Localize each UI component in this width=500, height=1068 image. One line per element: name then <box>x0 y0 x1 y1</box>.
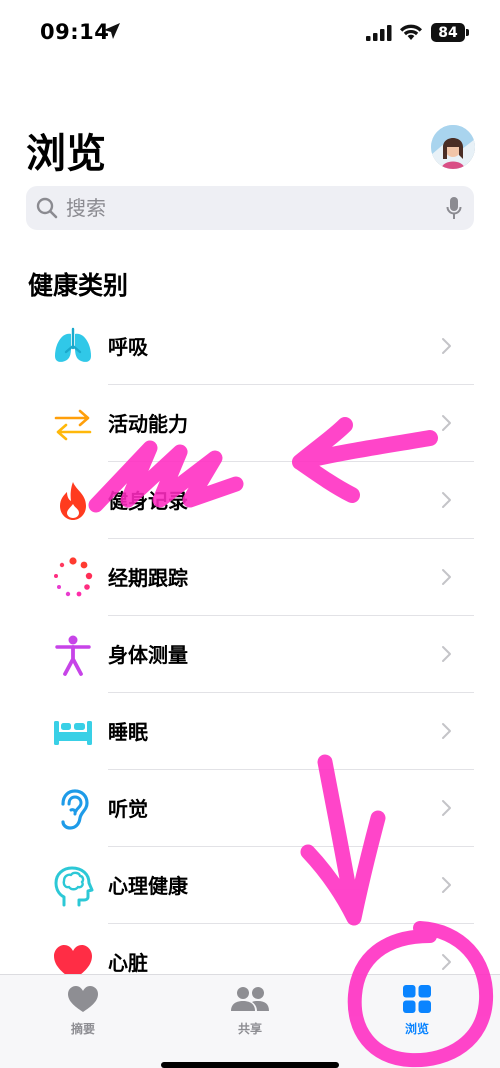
category-row-body-measurements[interactable]: 身体测量 <box>0 616 500 693</box>
lungs-icon <box>55 327 91 362</box>
cellular-signal-icon <box>366 25 392 41</box>
cycle-dots-icon <box>54 557 93 597</box>
category-label: 活动能力 <box>108 412 188 436</box>
tab-sharing[interactable]: 共享 <box>167 975 333 1045</box>
category-label: 经期跟踪 <box>108 566 188 590</box>
people-tab-icon <box>231 987 269 1011</box>
flame-icon <box>60 482 86 520</box>
category-list: 呼吸 活动能力 健身记录 经期跟踪 身体测量 睡眠 听觉 心理健康 心脏 <box>0 308 500 1001</box>
tab-bar: 摘要 共享 浏览 <box>0 974 500 1068</box>
arrows-swap-icon <box>54 409 92 441</box>
category-label: 身体测量 <box>108 643 188 667</box>
search-icon <box>36 197 58 219</box>
category-label: 呼吸 <box>108 335 148 359</box>
battery-indicator: 84 <box>431 23 465 42</box>
bed-icon <box>54 721 92 745</box>
tab-browse[interactable]: 浏览 <box>334 975 500 1045</box>
category-label: 健身记录 <box>108 489 188 513</box>
location-arrow-icon <box>104 23 120 39</box>
body-figure-icon <box>55 635 91 676</box>
category-row-activity[interactable]: 健身记录 <box>0 462 500 539</box>
home-indicator <box>161 1062 339 1068</box>
heart-tab-icon <box>68 986 98 1012</box>
avatar-photo-icon <box>431 125 475 169</box>
status-bar: 09:14 84 <box>0 0 500 66</box>
chevron-right-icon <box>442 877 451 893</box>
page-title: 浏览 <box>26 131 106 177</box>
category-label: 睡眠 <box>108 720 148 744</box>
category-row-hearing[interactable]: 听觉 <box>0 770 500 847</box>
chevron-right-icon <box>442 800 451 816</box>
battery-nub <box>466 29 469 36</box>
category-row-mental-health[interactable]: 心理健康 <box>0 847 500 924</box>
microphone-icon[interactable] <box>446 196 462 221</box>
search-bar[interactable] <box>26 186 474 230</box>
category-label: 心理健康 <box>108 874 188 898</box>
chevron-right-icon <box>442 338 451 354</box>
category-row-cycle-tracking[interactable]: 经期跟踪 <box>0 539 500 616</box>
section-title: 健康类别 <box>28 271 129 300</box>
tab-label: 共享 <box>237 1022 262 1036</box>
wifi-icon <box>400 24 422 40</box>
tab-label: 摘要 <box>70 1022 95 1036</box>
chevron-right-icon <box>442 723 451 739</box>
grid-tab-icon <box>403 985 431 1013</box>
chevron-right-icon <box>442 646 451 662</box>
search-input[interactable] <box>66 186 416 230</box>
chevron-right-icon <box>442 492 451 508</box>
status-time: 09:14 <box>40 20 110 44</box>
category-label: 听觉 <box>108 797 148 821</box>
chevron-right-icon <box>442 954 451 970</box>
tab-label: 浏览 <box>404 1022 429 1036</box>
category-row-sleep[interactable]: 睡眠 <box>0 693 500 770</box>
head-brain-icon <box>54 866 94 907</box>
chevron-right-icon <box>442 569 451 585</box>
tab-summary[interactable]: 摘要 <box>0 975 166 1045</box>
category-row-breathing[interactable]: 呼吸 <box>0 308 500 385</box>
category-label: 心脏 <box>108 951 148 975</box>
chevron-right-icon <box>442 415 451 431</box>
category-row-mobility[interactable]: 活动能力 <box>0 385 500 462</box>
ear-icon <box>61 789 89 830</box>
profile-avatar[interactable] <box>431 125 475 169</box>
